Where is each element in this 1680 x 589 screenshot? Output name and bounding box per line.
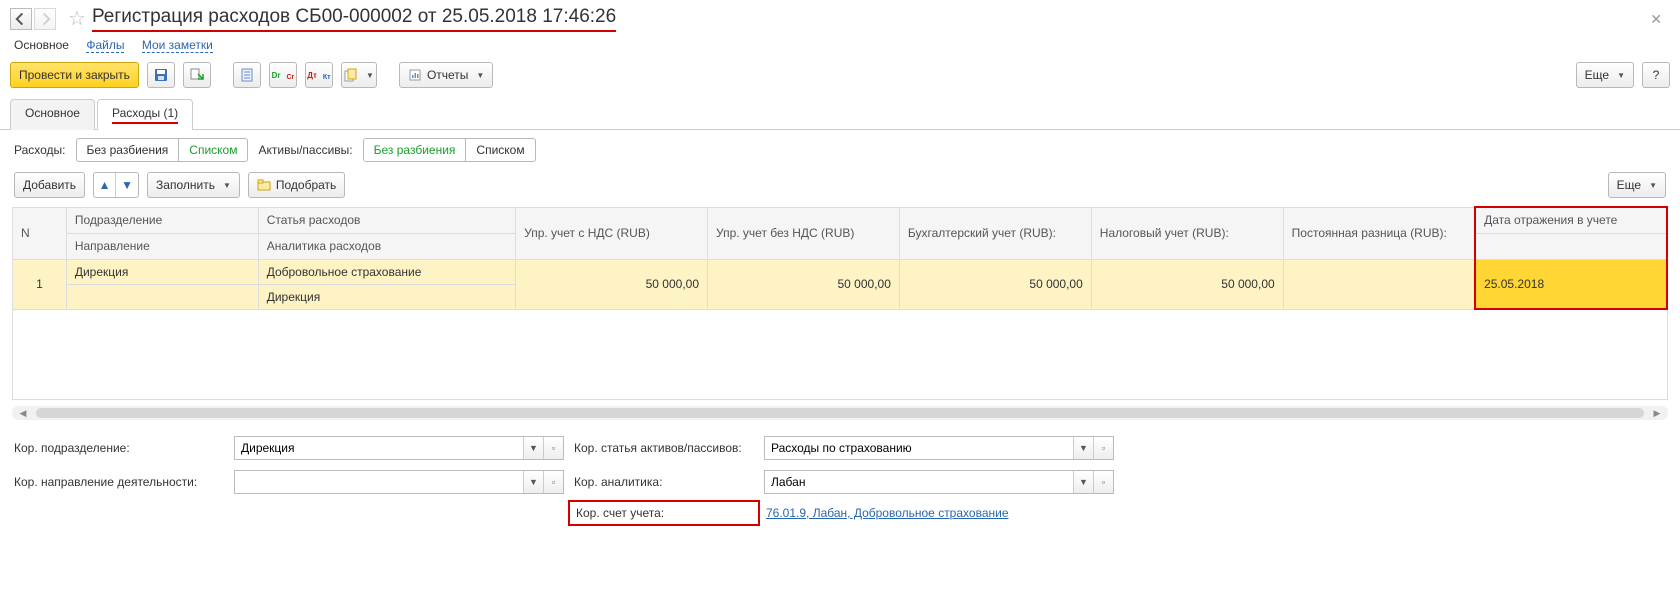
nav-back-button[interactable]: [10, 8, 32, 30]
structure-button[interactable]: [233, 62, 261, 88]
assets-seg-label: Активы/пассивы:: [258, 143, 352, 157]
expenses-seg-label: Расходы:: [14, 143, 66, 157]
col-n[interactable]: N: [13, 207, 67, 259]
expenses-table[interactable]: N Подразделение Статья расходов Упр. уче…: [12, 206, 1668, 310]
assets-nosplit-button[interactable]: Без разбиения: [363, 138, 467, 162]
corr-account-link[interactable]: 76.01.9, Лабан, Добровольное страхование: [766, 506, 1116, 520]
create-based-on-button[interactable]: ▼: [341, 62, 377, 88]
scroll-right-icon[interactable]: ▶: [1648, 406, 1666, 420]
chevron-down-icon[interactable]: ▼: [523, 437, 543, 459]
corr-analytics-label: Кор. аналитика:: [574, 475, 754, 489]
cell-perm-diff[interactable]: [1283, 259, 1475, 309]
cell-analytics[interactable]: Дирекция: [258, 284, 515, 309]
cell-tax[interactable]: 50 000,00: [1091, 259, 1283, 309]
move-up-button[interactable]: ▲: [94, 173, 116, 197]
corr-dept-label: Кор. подразделение:: [14, 441, 224, 455]
more-label: Еще: [1585, 68, 1609, 82]
chevron-down-icon: ▼: [366, 71, 374, 80]
dtkt-dr-button[interactable]: DrCr: [269, 62, 297, 88]
close-icon[interactable]: ✕: [1642, 11, 1670, 28]
subnav-files[interactable]: Файлы: [86, 38, 124, 53]
col-dept[interactable]: Подразделение: [66, 207, 258, 233]
col-tax[interactable]: Налоговый учет (RUB):: [1091, 207, 1283, 259]
tab-main-label: Основное: [25, 106, 80, 120]
chevron-down-icon: ▼: [476, 71, 484, 80]
more-button-2[interactable]: Еще ▼: [1608, 172, 1666, 198]
more-label-2: Еще: [1617, 178, 1641, 192]
reports-button[interactable]: Отчеты ▼: [399, 62, 493, 88]
expenses-nosplit-button[interactable]: Без разбиения: [76, 138, 180, 162]
col-analytics[interactable]: Аналитика расходов: [258, 233, 515, 259]
corr-analytics-input[interactable]: [765, 471, 1073, 493]
nav-forward-button[interactable]: [34, 8, 56, 30]
col-article[interactable]: Статья расходов: [258, 207, 515, 233]
col-perm-diff[interactable]: Постоянная разница (RUB):: [1283, 207, 1475, 259]
horizontal-scrollbar[interactable]: ◀ ▶: [12, 406, 1668, 420]
corr-dir-label: Кор. направление деятельности:: [14, 475, 224, 489]
tab-expenses[interactable]: Расходы (1): [97, 99, 193, 130]
post-button[interactable]: [183, 62, 211, 88]
col-acct[interactable]: Бухгалтерский учет (RUB):: [899, 207, 1091, 259]
tab-expenses-label: Расходы (1): [112, 106, 178, 120]
corr-dir-combo[interactable]: ▼ ▫: [234, 470, 564, 494]
scroll-left-icon[interactable]: ◀: [14, 406, 32, 420]
cell-direction[interactable]: [66, 284, 258, 309]
corr-analytics-combo[interactable]: ▼ ▫: [764, 470, 1114, 494]
cell-n: 1: [13, 259, 67, 309]
open-icon[interactable]: ▫: [543, 437, 563, 459]
cell-date[interactable]: 25.05.2018: [1475, 259, 1667, 309]
chevron-down-icon: ▼: [1617, 71, 1625, 80]
chevron-down-icon[interactable]: ▼: [523, 471, 543, 493]
post-and-close-button[interactable]: Провести и закрыть: [10, 62, 139, 88]
corr-article-input[interactable]: [765, 437, 1073, 459]
favorite-star-icon[interactable]: ☆: [68, 9, 86, 29]
open-icon[interactable]: ▫: [1093, 471, 1113, 493]
corr-dept-combo[interactable]: ▼ ▫: [234, 436, 564, 460]
col-direction[interactable]: Направление: [66, 233, 258, 259]
col-mgmt-novat[interactable]: Упр. учет без НДС (RUB): [708, 207, 900, 259]
fill-label: Заполнить: [156, 178, 215, 192]
subnav-main[interactable]: Основное: [14, 38, 69, 52]
cell-mgmt-vat[interactable]: 50 000,00: [516, 259, 708, 309]
table-row[interactable]: 1 Дирекция Добровольное страхование 50 0…: [13, 259, 1668, 309]
col-date[interactable]: Дата отражения в учете: [1475, 207, 1667, 233]
col-mgmt-vat[interactable]: Упр. учет с НДС (RUB): [516, 207, 708, 259]
page-title: Регистрация расходов СБ00-000002 от 25.0…: [92, 6, 616, 32]
tab-main[interactable]: Основное: [10, 99, 95, 130]
add-button[interactable]: Добавить: [14, 172, 85, 198]
pick-button[interactable]: Подобрать: [248, 172, 345, 198]
fill-button[interactable]: Заполнить ▼: [147, 172, 240, 198]
chevron-down-icon: ▼: [1649, 181, 1657, 190]
corr-dept-input[interactable]: [235, 437, 523, 459]
open-icon[interactable]: ▫: [1093, 437, 1113, 459]
help-button[interactable]: ?: [1642, 62, 1670, 88]
corr-article-label: Кор. статья активов/пассивов:: [574, 441, 754, 455]
assets-list-button[interactable]: Списком: [466, 138, 535, 162]
corr-dir-input[interactable]: [235, 471, 523, 493]
dtkt-button[interactable]: ДтКт: [305, 62, 333, 88]
cell-mgmt-novat[interactable]: 50 000,00: [708, 259, 900, 309]
cell-dept[interactable]: Дирекция: [66, 259, 258, 284]
chevron-down-icon[interactable]: ▼: [1073, 471, 1093, 493]
move-updown-buttons: ▲ ▼: [93, 172, 139, 198]
scrollbar-thumb[interactable]: [36, 408, 1644, 418]
chevron-down-icon[interactable]: ▼: [1073, 437, 1093, 459]
open-icon[interactable]: ▫: [543, 471, 563, 493]
cell-article[interactable]: Добровольное страхование: [258, 259, 515, 284]
chevron-down-icon: ▼: [223, 181, 231, 190]
pick-label: Подобрать: [276, 178, 336, 192]
corr-article-combo[interactable]: ▼ ▫: [764, 436, 1114, 460]
more-button[interactable]: Еще ▼: [1576, 62, 1634, 88]
save-button[interactable]: [147, 62, 175, 88]
move-down-button[interactable]: ▼: [116, 173, 138, 197]
col-date-2: [1475, 233, 1667, 259]
expenses-list-button[interactable]: Списком: [179, 138, 248, 162]
reports-label: Отчеты: [427, 68, 468, 82]
subnav-notes[interactable]: Мои заметки: [142, 38, 213, 53]
cell-acct[interactable]: 50 000,00: [899, 259, 1091, 309]
corr-account-label: Кор. счет учета:: [576, 506, 756, 520]
